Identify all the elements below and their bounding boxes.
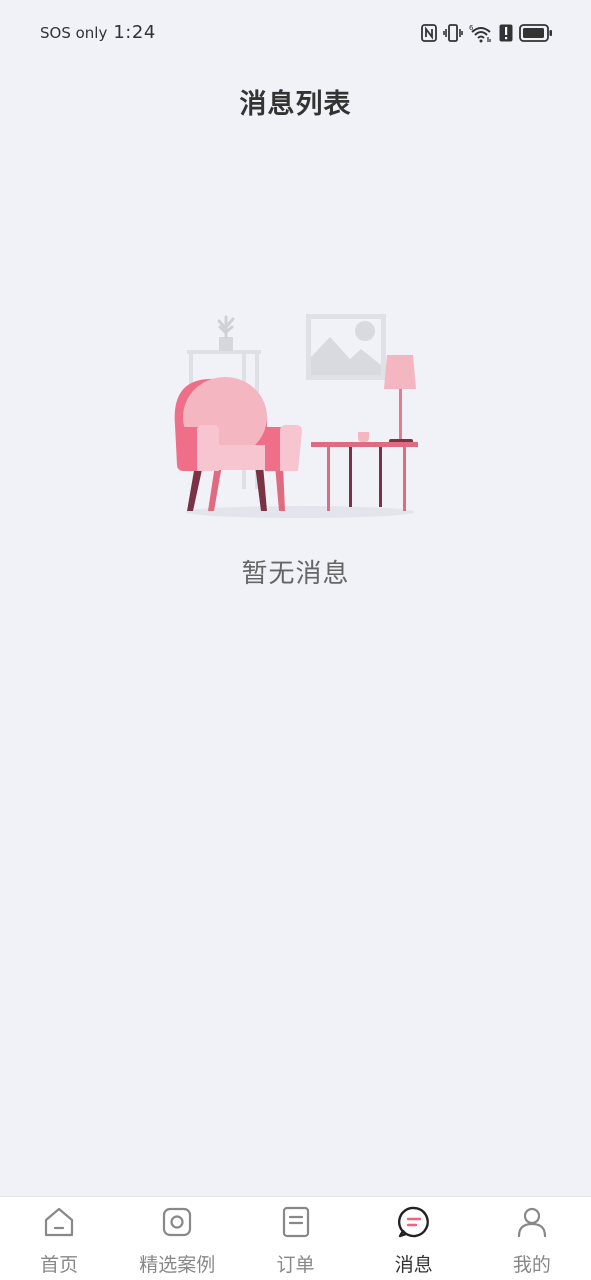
tab-home[interactable]: 首页 bbox=[0, 1197, 118, 1280]
wifi-icon: 6 bbox=[469, 23, 493, 43]
carrier-label: SOS only bbox=[40, 24, 108, 42]
profile-icon bbox=[515, 1205, 549, 1239]
home-icon bbox=[42, 1205, 76, 1239]
status-left: SOS only 1:24 bbox=[40, 22, 156, 43]
order-icon bbox=[279, 1205, 313, 1239]
tab-profile-label: 我的 bbox=[512, 1254, 551, 1276]
tab-home-label: 首页 bbox=[40, 1254, 79, 1276]
empty-state-text: 暂无消息 bbox=[241, 559, 350, 589]
camera-icon bbox=[160, 1205, 194, 1239]
page-title: 消息列表 bbox=[239, 89, 352, 120]
clock: 1:24 bbox=[113, 22, 156, 43]
screen: SOS only 1:24 6 消息列表 暂无消息 首页 精选案例 订单 消息 … bbox=[0, 0, 591, 1280]
vibrate-icon bbox=[443, 24, 463, 42]
tab-featured-cases[interactable]: 精选案例 bbox=[118, 1197, 236, 1280]
tab-featured-cases-label: 精选案例 bbox=[139, 1254, 216, 1276]
status-icons: 6 bbox=[415, 22, 553, 44]
tab-orders-label: 订单 bbox=[276, 1254, 315, 1276]
tab-bar: 首页 精选案例 订单 消息 我的 bbox=[0, 1196, 591, 1280]
tab-messages-label: 消息 bbox=[394, 1254, 433, 1276]
tab-profile[interactable]: 我的 bbox=[473, 1197, 591, 1280]
tab-messages[interactable]: 消息 bbox=[355, 1197, 473, 1280]
alert-icon bbox=[499, 24, 513, 42]
status-bar: SOS only 1:24 6 bbox=[0, 0, 591, 64]
empty-state-illustration bbox=[165, 305, 425, 525]
message-icon bbox=[397, 1205, 431, 1239]
battery-icon bbox=[519, 24, 553, 42]
nfc-icon bbox=[421, 24, 437, 42]
tab-orders[interactable]: 订单 bbox=[236, 1197, 354, 1280]
